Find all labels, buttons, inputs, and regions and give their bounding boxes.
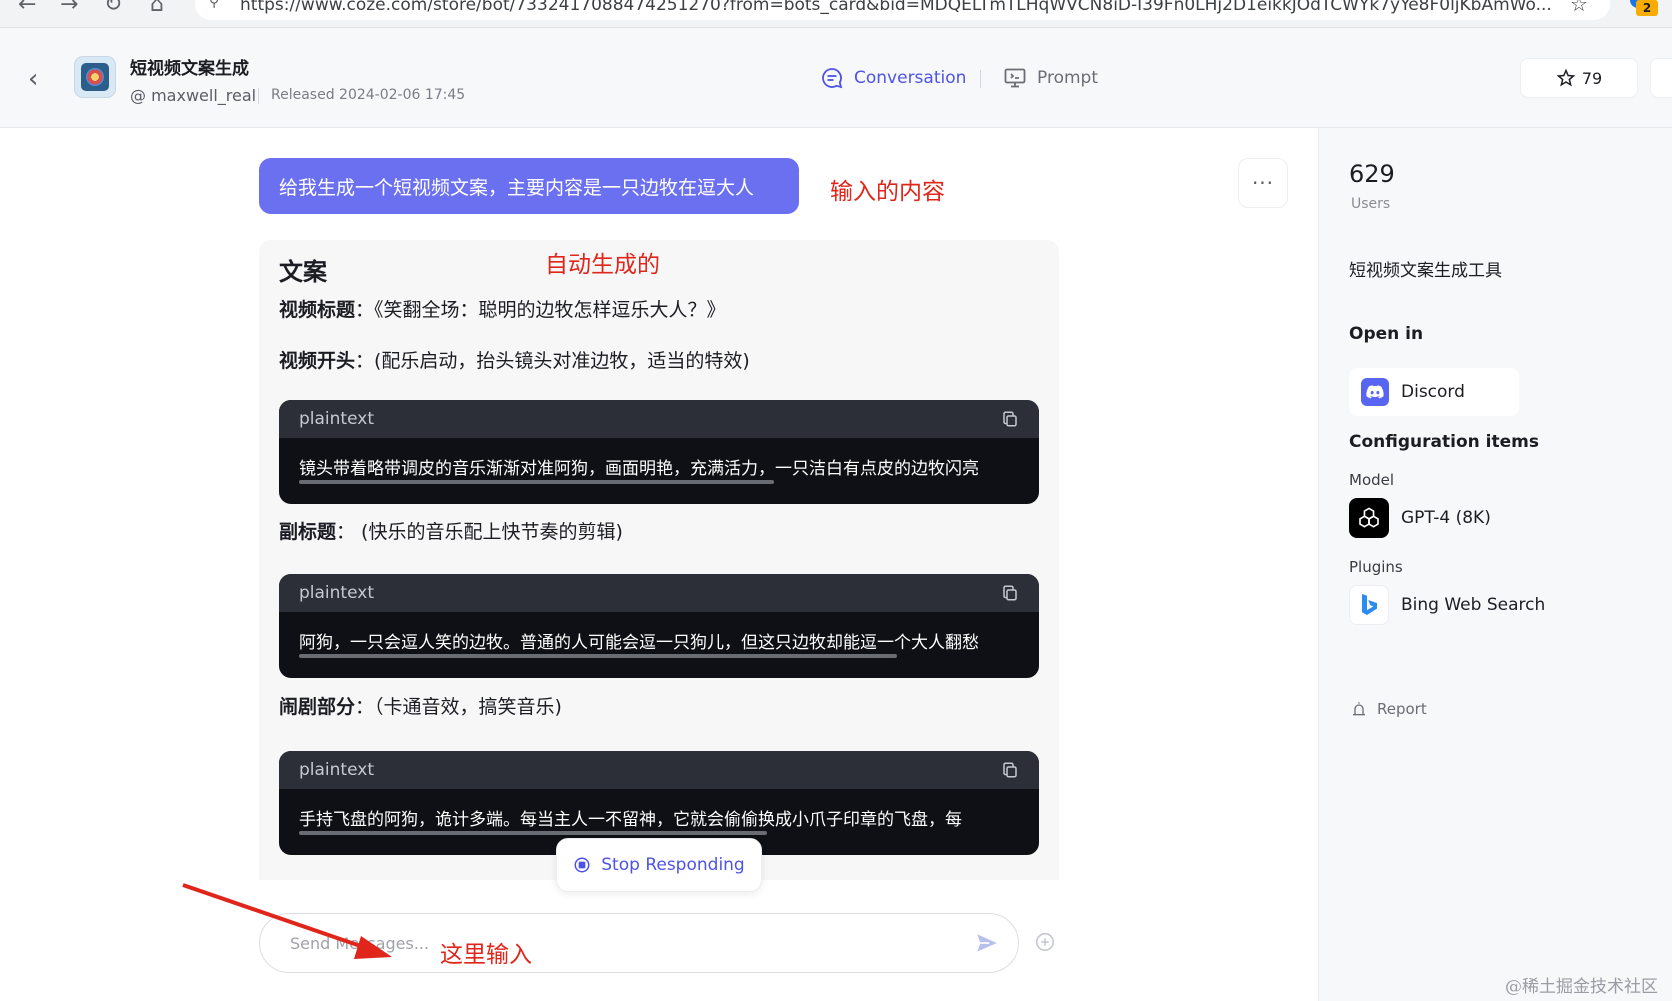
address-bar-url: https://www.coze.com/store/bot/733241708… <box>240 0 1552 15</box>
reply-line-text: ：《笑翻全场：聪明的边牧怎样逗乐大人？》 <box>355 299 726 321</box>
monitor-icon <box>1004 68 1026 88</box>
code-scrollbar[interactable] <box>299 480 775 484</box>
code-scrollbar[interactable] <box>299 654 897 658</box>
reply-line-label: 闹剧部分 <box>279 696 356 718</box>
tab-conversation-label: Conversation <box>854 68 967 88</box>
code-language: plaintext <box>299 583 374 603</box>
tab-divider <box>980 70 981 88</box>
tab-prompt[interactable]: Prompt <box>1003 62 1098 94</box>
tab-prompt-label: Prompt <box>1037 68 1098 88</box>
code-block: plaintext 镜头带着略带调皮的音乐渐渐对准阿狗，画面明艳，充满活力，一只… <box>279 400 1039 504</box>
address-bar[interactable]: ⚲ https://www.coze.com/store/bot/7332417… <box>195 0 1610 20</box>
copy-icon[interactable] <box>1001 410 1019 428</box>
bot-info-sidebar: 629 Users 短视频文案生成工具 Open in Discord Conf… <box>1318 128 1672 1001</box>
reply-line-label: 视频开头 <box>279 350 356 372</box>
share-button[interactable] <box>1650 58 1672 98</box>
open-in-title: Open in <box>1349 324 1424 344</box>
bot-author[interactable]: @ maxwell_real <box>130 86 256 105</box>
browser-reload-icon[interactable]: ↻ <box>104 0 122 17</box>
browser-back-icon[interactable]: ← <box>18 0 36 17</box>
release-date: Released 2024-02-06 17:45 <box>271 87 466 103</box>
stop-responding-label: Stop Responding <box>601 855 745 875</box>
browser-home-icon[interactable]: ⌂ <box>150 0 164 17</box>
annotation-input-here: 这里输入 <box>440 942 532 968</box>
copy-icon[interactable] <box>1001 761 1019 779</box>
code-language: plaintext <box>299 409 374 429</box>
reply-line-text: ： (快乐的音乐配上快节奏的剪辑) <box>336 521 623 543</box>
add-circle-icon[interactable] <box>1034 931 1056 953</box>
bot-avatar <box>74 56 116 98</box>
bot-reply: 文案 视频标题：《笑翻全场：聪明的边牧怎样逗乐大人？》 视频开头：(配乐启动，抬… <box>259 240 1059 880</box>
back-button[interactable]: ‹ <box>28 64 38 94</box>
extension-badge: 2 <box>1636 0 1658 16</box>
reply-line-label: 副标题 <box>279 521 337 543</box>
reply-line-text: ：（卡通音效，搞笑音乐) <box>355 696 562 718</box>
config-title: Configuration items <box>1349 432 1539 452</box>
code-language: plaintext <box>299 760 374 780</box>
message-input[interactable] <box>290 928 930 958</box>
code-block-header: plaintext <box>279 751 1039 789</box>
stop-icon <box>574 857 590 873</box>
copy-icon[interactable] <box>1001 584 1019 602</box>
code-text: 手持飞盘的阿狗，诡计多端。每当主人一不留神，它就会偷偷换成小爪子印章的飞盘，每 <box>299 810 962 830</box>
bot-name: 短视频文案生成 <box>130 59 249 79</box>
openai-icon <box>1349 498 1389 538</box>
reply-line: 视频标题：《笑翻全场：聪明的边牧怎样逗乐大人？》 <box>279 295 726 322</box>
browser-forward-icon[interactable]: → <box>60 0 78 17</box>
user-message-bubble: 给我生成一个短视频文案，主要内容是一只边牧在逗大人 <box>259 158 799 214</box>
code-text: 镜头带着略带调皮的音乐渐渐对准阿狗，画面明艳，充满活力，一只洁白有点皮的边牧闪亮 <box>299 459 979 479</box>
site-info-icon[interactable]: ⚲ <box>209 0 219 10</box>
stop-responding-button[interactable]: Stop Responding <box>556 838 762 892</box>
reply-line: 视频开头：(配乐启动，抬头镜头对准边牧，适当的特效) <box>279 346 750 373</box>
model-name: GPT-4 (8K) <box>1401 508 1491 528</box>
code-scrollbar[interactable] <box>299 831 767 835</box>
users-label: Users <box>1351 196 1391 212</box>
discord-label: Discord <box>1401 382 1465 402</box>
tab-conversation[interactable]: Conversation <box>820 62 966 94</box>
plugins-label: Plugins <box>1349 558 1403 576</box>
header-divider <box>258 88 259 104</box>
bot-description: 短视频文案生成工具 <box>1349 261 1502 281</box>
report-label: Report <box>1377 700 1427 718</box>
code-block-header: plaintext <box>279 400 1039 438</box>
discord-button[interactable]: Discord <box>1349 368 1519 416</box>
users-count: 629 <box>1349 160 1395 188</box>
browser-toolbar: ← → ↻ ⌂ ⚲ https://www.coze.com/store/bot… <box>0 0 1672 28</box>
plugin-item: Bing Web Search <box>1349 585 1545 625</box>
model-item: GPT-4 (8K) <box>1349 498 1491 538</box>
code-text: 阿狗，一只会逗人笑的边牧。普通的人可能会逗一只狗儿，但这只边牧却能逗一个大人翻愁 <box>299 633 979 653</box>
alarm-icon <box>1353 702 1365 716</box>
message-input-box[interactable] <box>259 913 1019 973</box>
watermark: @稀土掘金技术社区 <box>1505 977 1658 997</box>
bookmark-star-icon[interactable]: ☆ <box>1570 0 1588 16</box>
annotation-auto-generated: 自动生成的 <box>545 252 660 278</box>
star-button[interactable]: 79 <box>1520 58 1638 98</box>
star-count: 79 <box>1581 68 1603 88</box>
discord-icon <box>1361 378 1389 406</box>
code-block-header: plaintext <box>279 574 1039 612</box>
report-button[interactable]: Report <box>1351 700 1427 718</box>
reply-line-text: ：(配乐启动，抬头镜头对准边牧，适当的特效) <box>355 350 750 372</box>
reply-title: 文案 <box>279 258 327 286</box>
reply-line: 闹剧部分：（卡通音效，搞笑音乐) <box>279 692 562 719</box>
more-options-button[interactable]: ··· <box>1238 158 1288 208</box>
annotation-input-content: 输入的内容 <box>830 179 945 205</box>
code-block: plaintext 阿狗，一只会逗人笑的边牧。普通的人可能会逗一只狗儿，但这只边… <box>279 574 1039 678</box>
bot-header: ‹ 短视频文案生成 @ maxwell_real Released 2024-0… <box>0 28 1672 128</box>
reply-line: 副标题： (快乐的音乐配上快节奏的剪辑) <box>279 517 623 544</box>
plugin-name: Bing Web Search <box>1401 595 1546 615</box>
bing-icon <box>1349 585 1389 625</box>
chat-bubble-icon <box>822 68 843 89</box>
model-label: Model <box>1349 471 1395 489</box>
send-icon[interactable] <box>974 930 1000 956</box>
star-icon <box>1556 68 1576 87</box>
reply-line-label: 视频标题 <box>279 299 356 321</box>
